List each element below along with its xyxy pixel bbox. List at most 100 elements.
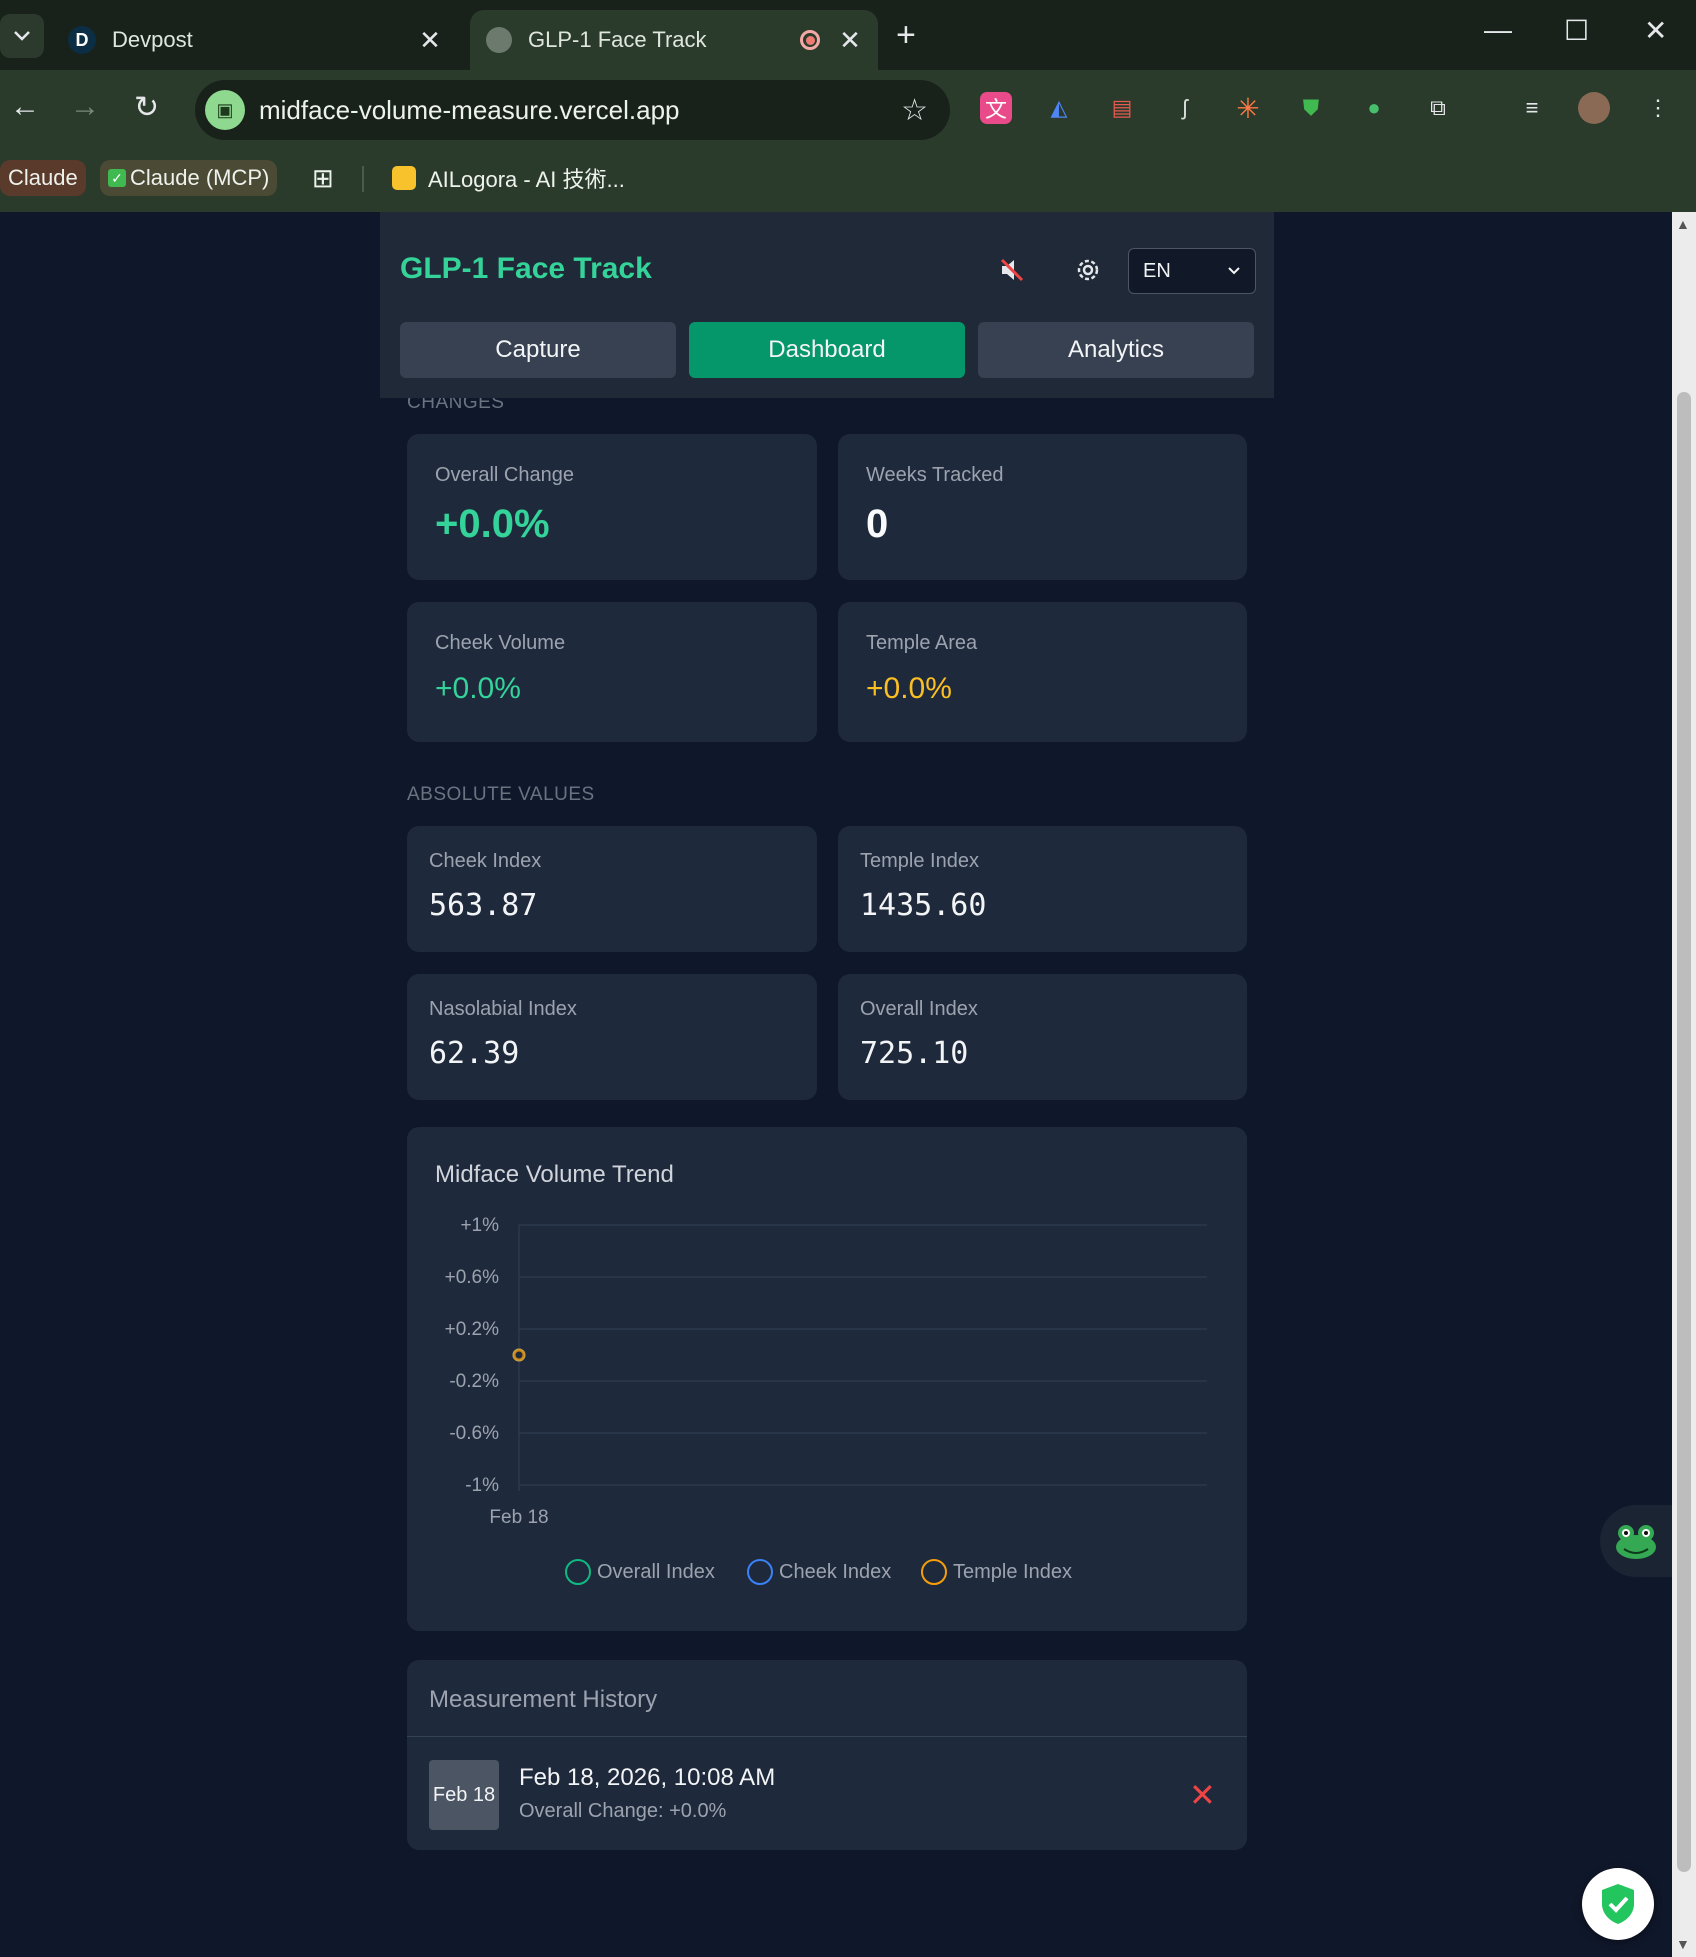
analytics-extension-icon[interactable]: ◭ [1043, 92, 1075, 124]
translate-extension-icon[interactable]: 文 [980, 92, 1012, 124]
tab-title: Devpost [112, 27, 193, 52]
address-bar[interactable]: ▣ midface-volume-measure.vercel.app ☆ [195, 80, 950, 140]
bookmark-label: Claude [8, 165, 78, 190]
new-tab-button[interactable]: + [896, 16, 916, 55]
temple-index-card: Temple Index 1435.60 [838, 826, 1247, 952]
y-tick-label: -0.2% [449, 1371, 499, 1392]
settings-gear-icon[interactable] [1068, 250, 1108, 290]
x-tick-label: Feb 18 [489, 1507, 548, 1528]
delete-icon[interactable]: ✕ [1189, 1776, 1216, 1814]
shield-check-icon [1602, 1884, 1634, 1924]
y-tick-label: -0.6% [449, 1423, 499, 1444]
legend-ring-icon [747, 1559, 773, 1585]
frog-extension-icon[interactable]: ● [1358, 92, 1390, 124]
claude-extension-icon[interactable]: ✳ [1232, 92, 1264, 124]
legend-label: Temple Index [953, 1560, 1072, 1583]
overall-change-card: Overall Change +0.0% [407, 434, 817, 580]
tab-capture[interactable]: Capture [400, 322, 676, 378]
cheek-volume-card: Cheek Volume +0.0% [407, 602, 817, 742]
close-icon[interactable]: ✕ [416, 25, 444, 56]
history-thumbnail[interactable]: Feb 18 [429, 1760, 499, 1830]
bookmark-label: AILogora - AI 技術... [428, 167, 625, 192]
forward-arrow-icon[interactable]: → [70, 90, 100, 124]
back-arrow-icon[interactable]: ← [10, 90, 40, 124]
site-info-icon[interactable]: ▣ [205, 90, 245, 130]
temple-area-value: +0.0% [866, 672, 952, 705]
tab-title: GLP-1 Face Track [528, 27, 707, 52]
legend-cheek-index[interactable]: Cheek Index [747, 1559, 891, 1585]
cheek-volume-value: +0.0% [435, 672, 521, 705]
tab-devpost[interactable]: D Devpost ✕ [52, 10, 462, 70]
bookmark-claude-mcp[interactable]: ✓ Claude (MCP) [100, 160, 278, 196]
frog-assistant-button[interactable] [1600, 1505, 1672, 1577]
chart-plot: +1% +0.6% +0.2% -0.2% -0.6% -1% Feb 18 [445, 1215, 1207, 1528]
frog-icon [1616, 1525, 1656, 1559]
weeks-tracked-card: Weeks Tracked 0 [838, 434, 1247, 580]
maximize-icon[interactable]: ☐ [1564, 14, 1589, 47]
tab-search-button[interactable] [0, 14, 44, 58]
more-menu-icon[interactable]: ⋮ [1642, 92, 1674, 124]
bookmark-claude[interactable]: Claude [0, 160, 86, 196]
history-divider [407, 1736, 1247, 1737]
minimize-icon[interactable]: — [1484, 14, 1512, 46]
scroll-up-arrow-icon[interactable]: ▲ [1676, 216, 1690, 232]
scroll-thumb[interactable] [1677, 392, 1691, 1872]
security-shield-button[interactable] [1582, 1868, 1654, 1940]
tab-dashboard[interactable]: Dashboard [689, 322, 965, 378]
tab-analytics[interactable]: Analytics [978, 322, 1254, 378]
bookmark-ailogora[interactable]: AILogora - AI 技術... [384, 160, 633, 196]
checkbox-icon: ✓ [108, 169, 126, 187]
sound-muted-icon[interactable] [992, 250, 1032, 290]
legend-label: Overall Index [597, 1560, 715, 1583]
overall-index-card: Overall Index 725.10 [838, 974, 1247, 1100]
y-tick-label: +0.6% [445, 1267, 500, 1288]
language-select[interactable]: EN [1128, 248, 1256, 294]
reload-icon[interactable]: ↻ [134, 90, 159, 125]
ailogora-favicon-icon [392, 166, 416, 190]
overall-index-value: 725.10 [860, 1036, 969, 1071]
page-viewport: CHANGES Overall Change +0.0% Weeks Track… [0, 212, 1672, 1957]
gear-icon [1077, 259, 1099, 281]
close-icon[interactable]: ✕ [836, 25, 864, 56]
globe-icon [486, 27, 512, 53]
chevron-down-icon [14, 31, 30, 41]
nasolabial-index-value: 62.39 [429, 1036, 520, 1071]
overall-change-value: +0.0% [435, 502, 550, 546]
bookmark-star-icon[interactable]: ☆ [901, 93, 928, 128]
chevron-down-icon [1228, 267, 1240, 275]
legend-overall-index[interactable]: Overall Index [565, 1559, 715, 1585]
shield-extension-icon[interactable]: ⛊ [1295, 92, 1327, 124]
nasolabial-index-card: Nasolabial Index 62.39 [407, 974, 817, 1100]
scroll-down-arrow-icon[interactable]: ▼ [1676, 1936, 1690, 1952]
app-header: GLP-1 Face Track EN Capture Dashboard An… [380, 212, 1274, 398]
card-label: Overall Change [435, 464, 574, 486]
devpost-favicon-icon: D [68, 26, 96, 54]
measurement-history-card: Measurement History Feb 18 Feb 18, 2026,… [407, 1660, 1247, 1850]
card-label: Temple Index [860, 850, 979, 872]
data-point [512, 1348, 526, 1362]
tab-glp1-face-track[interactable]: GLP-1 Face Track ✕ [470, 10, 878, 70]
legend-temple-index[interactable]: Temple Index [921, 1559, 1072, 1585]
temple-area-card: Temple Area +0.0% [838, 602, 1247, 742]
url-text[interactable]: midface-volume-measure.vercel.app [259, 95, 901, 126]
card-label: Nasolabial Index [429, 998, 577, 1020]
vertical-scrollbar[interactable]: ▲ ▼ [1672, 212, 1696, 1957]
window-close-icon[interactable]: ✕ [1644, 14, 1667, 47]
apps-grid-icon[interactable]: ⊞ [304, 160, 342, 196]
midface-volume-trend-chart: Midface Volume Trend +1% +0.6% +0.2% -0.2% -… [407, 1127, 1247, 1631]
history-summary: Overall Change: +0.0% [519, 1800, 727, 1822]
script-extension-icon[interactable]: ʃ [1169, 92, 1201, 124]
cheek-index-card: Cheek Index 563.87 [407, 826, 817, 952]
card-label: Weeks Tracked [866, 464, 1004, 486]
card-label: Overall Index [860, 998, 978, 1020]
extensions-puzzle-icon[interactable]: ⧉ [1422, 92, 1454, 124]
profile-avatar[interactable] [1578, 92, 1610, 124]
window-extension-icon[interactable]: ▤ [1106, 92, 1138, 124]
section-label-absolute-values: ABSOLUTE VALUES [407, 784, 595, 805]
history-title: Measurement History [429, 1686, 658, 1713]
recording-icon [800, 30, 820, 50]
bookmarks-bar: Claude ✓ Claude (MCP) ⊞ AILogora - AI 技術… [0, 152, 1696, 212]
media-control-icon[interactable]: ≡ [1516, 92, 1548, 124]
history-date: Feb 18, 2026, 10:08 AM [519, 1764, 776, 1791]
tab-strip: D Devpost ✕ GLP-1 Face Track ✕ + — ☐ ✕ [0, 0, 1696, 70]
